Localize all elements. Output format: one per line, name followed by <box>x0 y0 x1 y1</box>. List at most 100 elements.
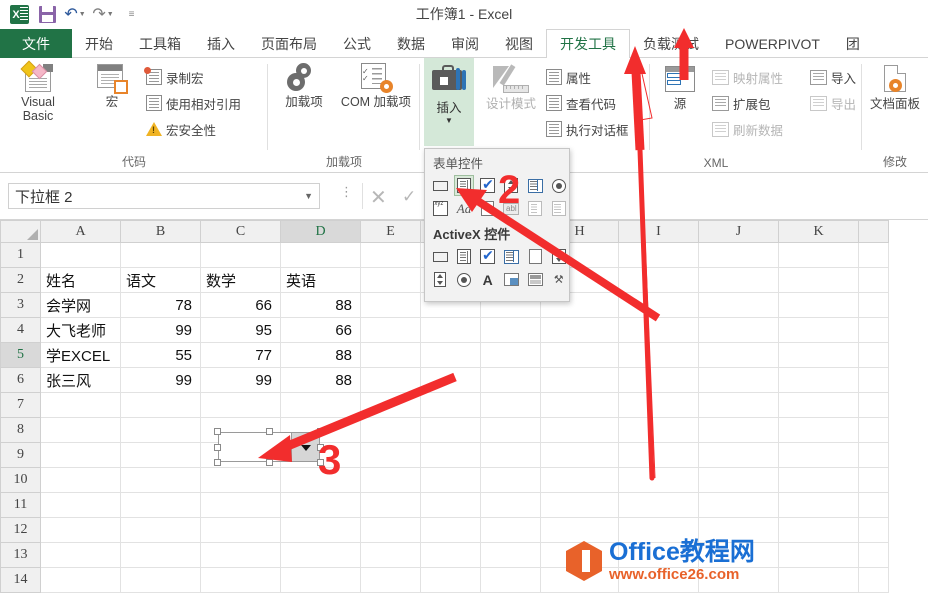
cell-j11[interactable] <box>698 492 779 518</box>
cell-j6[interactable] <box>698 367 779 393</box>
cell-a14[interactable] <box>40 567 121 593</box>
column-header-c[interactable]: C <box>200 220 281 243</box>
row-header-13[interactable]: 13 <box>0 542 41 568</box>
cell-i11[interactable] <box>618 492 699 518</box>
cell-k7[interactable] <box>778 392 859 418</box>
cell-d1[interactable] <box>280 242 361 268</box>
cell-g6[interactable] <box>480 367 541 393</box>
document-panel-button[interactable]: 文档面板 <box>862 64 928 112</box>
cell-g7[interactable] <box>480 392 541 418</box>
cell-i8[interactable] <box>618 417 699 443</box>
cell-j7[interactable] <box>698 392 779 418</box>
resize-handle-nw[interactable] <box>214 428 221 435</box>
cell-i1[interactable] <box>618 242 699 268</box>
activex-scroll-bar[interactable] <box>430 269 451 290</box>
combo-box-dropdown-arrow-icon[interactable] <box>291 433 319 461</box>
column-header-a[interactable]: A <box>40 220 121 243</box>
row-header-2[interactable]: 2 <box>0 267 41 293</box>
check-box-control[interactable] <box>477 175 498 196</box>
cell-g14[interactable] <box>480 567 541 593</box>
group-box-control[interactable] <box>430 198 451 219</box>
activex-label[interactable]: A <box>477 269 498 290</box>
cell-e4[interactable] <box>360 317 421 343</box>
tab-powerpivot[interactable]: POWERPIVOT <box>712 29 833 58</box>
export-button[interactable]: 导出 <box>810 91 856 115</box>
activex-toggle-button[interactable] <box>525 269 546 290</box>
row-header-7[interactable]: 7 <box>0 392 41 418</box>
record-macro-button[interactable]: 录制宏 <box>144 65 204 89</box>
row-header-11[interactable]: 11 <box>0 492 41 518</box>
cell-d7[interactable] <box>280 392 361 418</box>
cell-a5[interactable]: 学EXCEL <box>40 342 121 368</box>
button-control[interactable] <box>430 175 451 196</box>
tab-view[interactable]: 视图 <box>492 29 546 58</box>
cell-b8[interactable] <box>120 417 201 443</box>
cell-a13[interactable] <box>40 542 121 568</box>
insert-control-button[interactable]: 插入 ▼ <box>424 58 474 146</box>
cell-b5[interactable]: 55 <box>120 342 201 368</box>
cell-f11[interactable] <box>420 492 481 518</box>
cell-j1[interactable] <box>698 242 779 268</box>
cell-i7[interactable] <box>618 392 699 418</box>
design-mode-button[interactable]: 设计模式 <box>480 64 542 112</box>
cell-h5[interactable] <box>540 342 619 368</box>
cell-i3[interactable] <box>618 292 699 318</box>
cell-a3[interactable]: 会学网 <box>40 292 121 318</box>
cell-e11[interactable] <box>360 492 421 518</box>
cell-f5[interactable] <box>420 342 481 368</box>
cell-k12[interactable] <box>778 517 859 543</box>
name-box[interactable]: 下拉框 2 ▼ <box>8 183 320 209</box>
cell-b3[interactable]: 78 <box>120 292 201 318</box>
cell-e9[interactable] <box>360 442 421 468</box>
activex-list-box[interactable] <box>501 246 522 267</box>
cell-a11[interactable] <box>40 492 121 518</box>
cell-d3[interactable]: 88 <box>280 292 361 318</box>
cell-j5[interactable] <box>698 342 779 368</box>
tab-page-layout[interactable]: 页面布局 <box>248 29 330 58</box>
cell-a4[interactable]: 大飞老师 <box>40 317 121 343</box>
cell-a9[interactable] <box>40 442 121 468</box>
cell-a1[interactable] <box>40 242 121 268</box>
cell-c6[interactable]: 99 <box>200 367 281 393</box>
row-header-8[interactable]: 8 <box>0 417 41 443</box>
tab-team[interactable]: 团 <box>833 29 873 58</box>
cell-k6[interactable] <box>778 367 859 393</box>
cell-k1[interactable] <box>778 242 859 268</box>
cell-f10[interactable] <box>420 467 481 493</box>
cell-j9[interactable] <box>698 442 779 468</box>
macro-button[interactable]: 宏 <box>88 62 136 110</box>
cell-k8[interactable] <box>778 417 859 443</box>
cell-d4[interactable]: 66 <box>280 317 361 343</box>
cell-g9[interactable] <box>480 442 541 468</box>
cell-a2[interactable]: 姓名 <box>40 267 121 293</box>
resize-handle-sw[interactable] <box>214 459 221 466</box>
cell-f4[interactable] <box>420 317 481 343</box>
cell-i5[interactable] <box>618 342 699 368</box>
row-header-12[interactable]: 12 <box>0 517 41 543</box>
combo-box-control[interactable] <box>453 175 475 196</box>
cell-d12[interactable] <box>280 517 361 543</box>
activex-command-button[interactable] <box>430 246 451 267</box>
cell-f13[interactable] <box>420 542 481 568</box>
cell-b1[interactable] <box>120 242 201 268</box>
cell-b9[interactable] <box>120 442 201 468</box>
cell-h6[interactable] <box>540 367 619 393</box>
cell-f9[interactable] <box>420 442 481 468</box>
cell-j2[interactable] <box>698 267 779 293</box>
cell-b10[interactable] <box>120 467 201 493</box>
cell-b12[interactable] <box>120 517 201 543</box>
tab-load-test[interactable]: 负载测试 <box>630 29 712 58</box>
column-header-d[interactable]: D <box>280 220 361 243</box>
scroll-bar-control[interactable] <box>477 198 498 219</box>
cell-j8[interactable] <box>698 417 779 443</box>
combo-box-body[interactable] <box>218 432 320 462</box>
cell-k13[interactable] <box>778 542 859 568</box>
chevron-down-icon[interactable]: ▼ <box>424 116 474 125</box>
cancel-icon[interactable]: ✕ <box>370 185 387 210</box>
cell-f7[interactable] <box>420 392 481 418</box>
cell-k11[interactable] <box>778 492 859 518</box>
use-relative-reference-button[interactable]: 使用相对引用 <box>146 91 241 115</box>
cell-a6[interactable]: 张三风 <box>40 367 121 393</box>
tab-home[interactable]: 开始 <box>72 29 126 58</box>
cell-g11[interactable] <box>480 492 541 518</box>
